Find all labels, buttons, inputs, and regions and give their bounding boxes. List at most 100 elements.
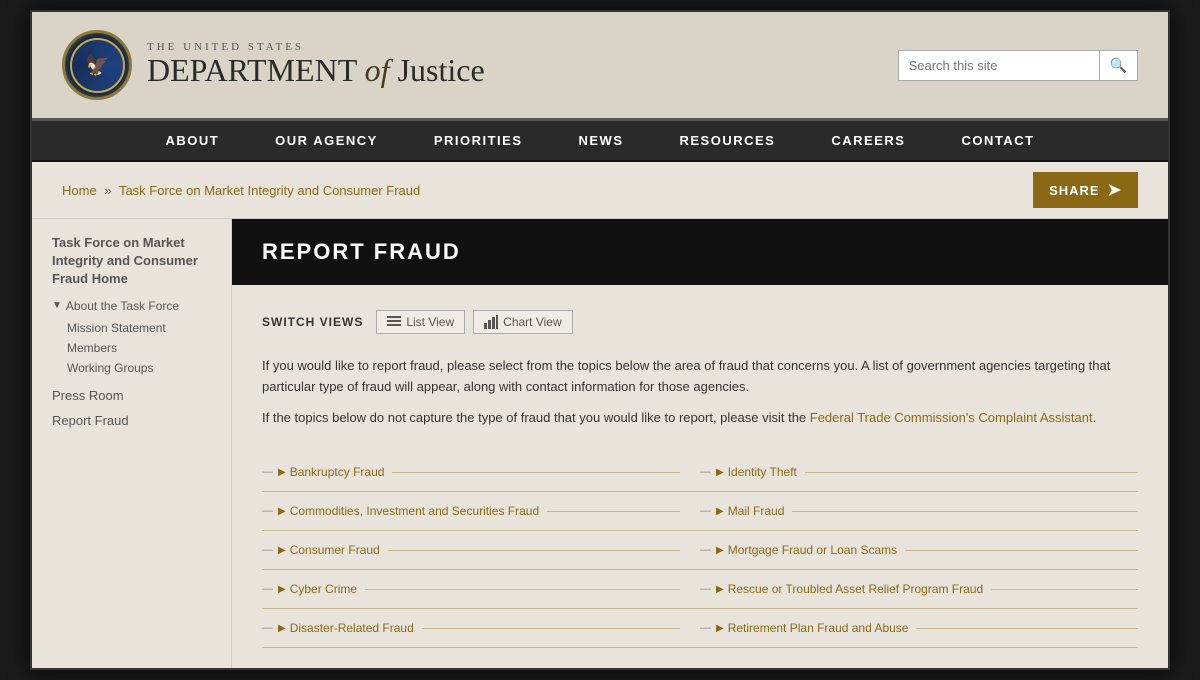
dash-icon: — [262,544,273,556]
dash-icon: — [262,583,273,595]
content-area: REPORT FRAUD SWITCH VIEWS List View Char… [232,219,1168,668]
fraud-divider [392,472,680,473]
sidebar-about-header[interactable]: ▼ About the Task Force [52,299,216,313]
fraud-item-bankruptcy[interactable]: — ▶ Bankruptcy Fraud [262,453,700,492]
fraud-divider [792,511,1138,512]
fraud-divider [422,628,680,629]
dept-title: THE UNITED STATES DEPARTMENT of Justice [147,41,485,88]
breadcrumb-separator: » [104,183,111,198]
list-view-label: List View [406,315,454,329]
view-switcher: SWITCH VIEWS List View Chart View [232,300,1168,344]
dash-icon: — [262,466,273,478]
breadcrumb: Home » Task Force on Market Integrity an… [62,183,420,198]
fraud-link-cyber: Cyber Crime [290,582,357,596]
fraud-divider [547,511,680,512]
intro-para2-prefix: If the topics below do not capture the t… [262,410,810,425]
search-button[interactable]: 🔍 [1099,51,1137,80]
fraud-item-retirement[interactable]: — ▶ Retirement Plan Fraud and Abuse [700,609,1138,648]
arrow-icon: ▶ [278,623,286,634]
logo-area: 🦅 THE UNITED STATES DEPARTMENT of Justic… [62,30,485,100]
switch-views-label: SWITCH VIEWS [262,315,363,329]
fraud-link-bankruptcy: Bankruptcy Fraud [290,465,385,479]
fraud-item-commodities[interactable]: — ▶ Commodities, Investment and Securiti… [262,492,700,531]
nav-contact[interactable]: CONTACT [933,121,1062,160]
fraud-item-consumer[interactable]: — ▶ Consumer Fraud [262,531,700,570]
arrow-icon: ▶ [716,545,724,556]
fraud-item-disaster[interactable]: — ▶ Disaster-Related Fraud [262,609,700,648]
ftc-link[interactable]: Federal Trade Commission's Complaint Ass… [810,410,1093,425]
share-icon: ➤ [1108,180,1122,200]
fraud-divider [916,628,1138,629]
sidebar-working-groups[interactable]: Working Groups [52,358,216,378]
title-dept: DEPARTMENT [147,52,357,88]
fraud-link-retirement: Retirement Plan Fraud and Abuse [728,621,909,635]
sidebar-press-room[interactable]: Press Room [52,388,216,403]
fraud-link-mortgage: Mortgage Fraud or Loan Scams [728,543,897,557]
fraud-item-rescue[interactable]: — ▶ Rescue or Troubled Asset Relief Prog… [700,570,1138,609]
sidebar-mission-statement[interactable]: Mission Statement [52,318,216,338]
fraud-list: — ▶ Bankruptcy Fraud — ▶ Identity Theft … [232,438,1168,648]
nav-resources[interactable]: RESOURCES [652,121,804,160]
list-view-icon [387,315,401,329]
breadcrumb-current[interactable]: Task Force on Market Integrity and Consu… [119,183,420,198]
sidebar-members[interactable]: Members [52,338,216,358]
dash-icon: — [262,622,273,634]
share-button[interactable]: SHARE ➤ [1033,172,1138,208]
sidebar-task-force-link[interactable]: Task Force on Market Integrity and Consu… [52,235,198,286]
fraud-item-mail[interactable]: — ▶ Mail Fraud [700,492,1138,531]
dash-icon: — [700,622,711,634]
title-of: of [365,52,398,88]
dash-icon: — [700,583,711,595]
fraud-link-identity: Identity Theft [728,465,797,479]
fraud-divider [365,589,680,590]
page-wrapper: 🦅 THE UNITED STATES DEPARTMENT of Justic… [30,10,1170,670]
fraud-link-rescue: Rescue or Troubled Asset Relief Program … [728,582,983,596]
nav-careers[interactable]: CAREERS [803,121,933,160]
title-justice: Justice [398,52,485,88]
sidebar: Task Force on Market Integrity and Consu… [32,219,232,668]
nav-our-agency[interactable]: OUR AGENCY [247,121,406,160]
intro-paragraph-1: If you would like to report fraud, pleas… [232,356,1168,398]
dash-icon: — [700,466,711,478]
fraud-link-consumer: Consumer Fraud [290,543,380,557]
sidebar-task-force-title: Task Force on Market Integrity and Consu… [52,234,216,289]
breadcrumb-bar: Home » Task Force on Market Integrity an… [32,162,1168,219]
search-input[interactable] [899,52,1099,79]
intro-para2-suffix: . [1093,410,1097,425]
fraud-divider [805,472,1138,473]
main-content: Task Force on Market Integrity and Consu… [32,219,1168,668]
collapse-arrow-icon: ▼ [52,300,62,311]
fraud-item-identity[interactable]: — ▶ Identity Theft [700,453,1138,492]
arrow-icon: ▶ [716,506,724,517]
arrow-icon: ▶ [278,506,286,517]
arrow-icon: ▶ [278,584,286,595]
fraud-item-mortgage[interactable]: — ▶ Mortgage Fraud or Loan Scams [700,531,1138,570]
search-area: 🔍 [898,50,1138,81]
arrow-icon: ▶ [716,623,724,634]
arrow-icon: ▶ [716,467,724,478]
fraud-link-commodities: Commodities, Investment and Securities F… [290,504,539,518]
doj-seal: 🦅 [62,30,132,100]
chart-view-button[interactable]: Chart View [473,310,572,334]
breadcrumb-home[interactable]: Home [62,183,97,198]
share-label: SHARE [1049,183,1100,198]
main-title: DEPARTMENT of Justice [147,53,485,88]
arrow-icon: ▶ [278,545,286,556]
search-box: 🔍 [898,50,1138,81]
fraud-item-cyber[interactable]: — ▶ Cyber Crime [262,570,700,609]
sidebar-about-section: ▼ About the Task Force Mission Statement… [52,299,216,378]
list-view-button[interactable]: List View [376,310,465,334]
fraud-divider [388,550,680,551]
sidebar-about-label: About the Task Force [66,299,179,313]
dash-icon: — [700,544,711,556]
arrow-icon: ▶ [716,584,724,595]
nav-news[interactable]: NEWS [551,121,652,160]
nav-priorities[interactable]: PRIORITIES [406,121,551,160]
chart-view-label: Chart View [503,315,561,329]
fraud-link-mail: Mail Fraud [728,504,785,518]
header: 🦅 THE UNITED STATES DEPARTMENT of Justic… [32,12,1168,121]
nav-about[interactable]: ABOUT [137,121,247,160]
page-banner: REPORT FRAUD [232,219,1168,285]
arrow-icon: ▶ [278,467,286,478]
sidebar-report-fraud[interactable]: Report Fraud [52,413,216,428]
